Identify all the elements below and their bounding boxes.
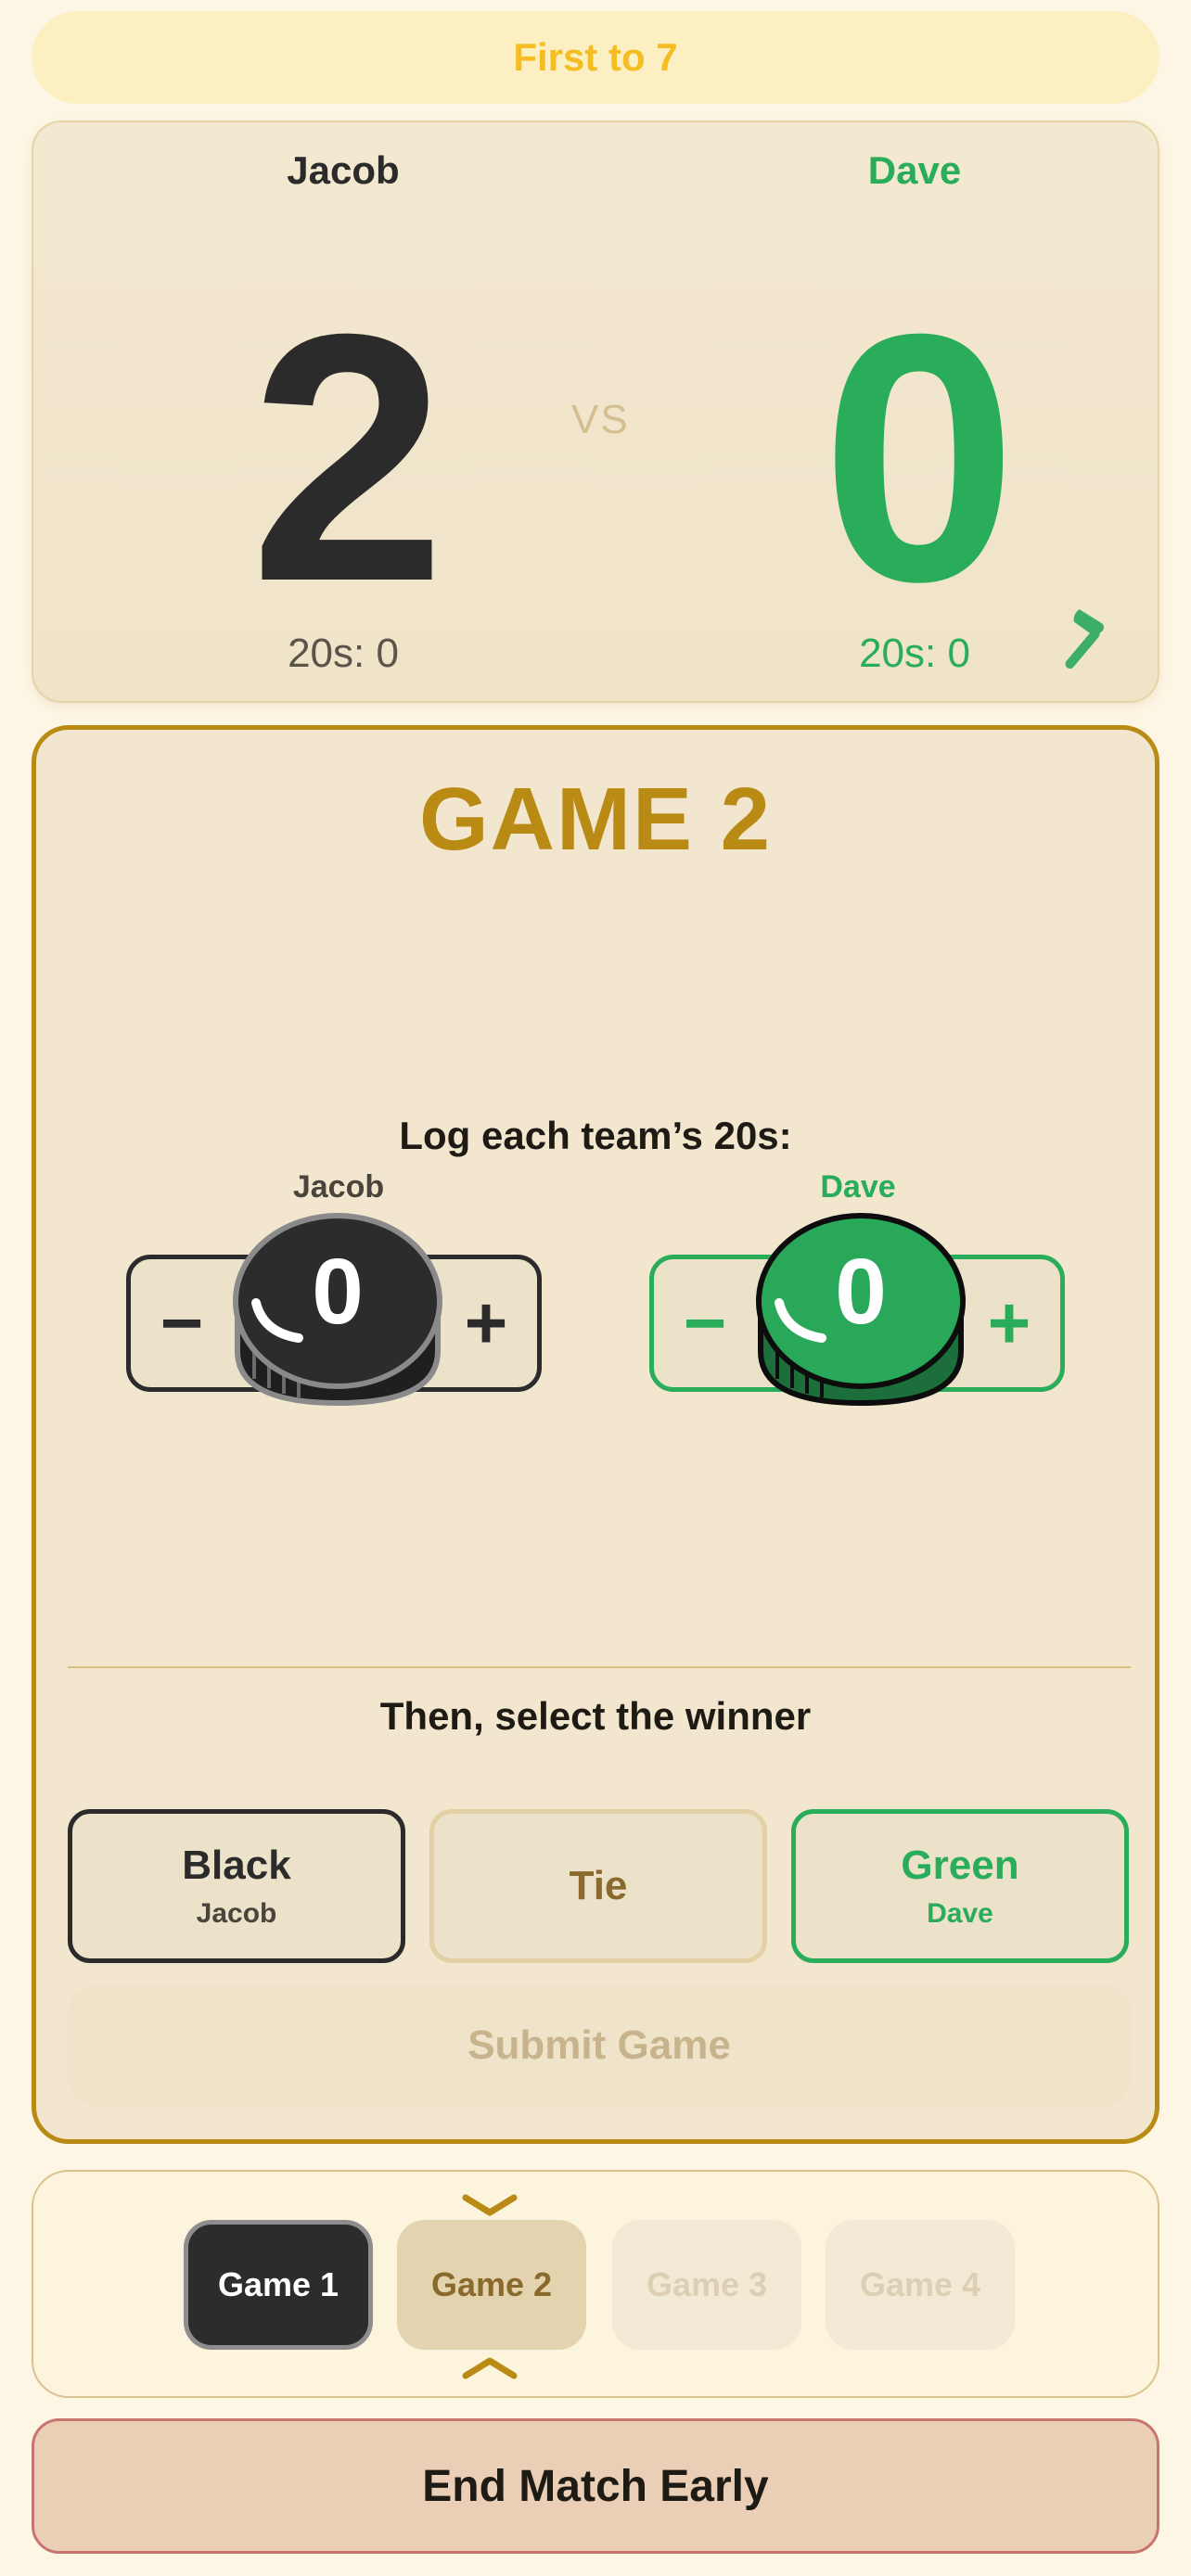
left-team-twenties: 20s: 0 <box>288 631 399 676</box>
submit-game-button[interactable]: Submit Game <box>68 1985 1131 2106</box>
winner-black-button[interactable]: Black Jacob <box>68 1809 405 1963</box>
chevron-up-icon[interactable] <box>462 2353 518 2381</box>
right-puck-counter: 0 <box>749 1212 972 1435</box>
winner-green-button[interactable]: Green Dave <box>791 1809 1129 1963</box>
winner-black-player: Jacob <box>196 1898 277 1929</box>
game-navigator: Game 1 Game 2 Game 3 Game 4 <box>32 2170 1159 2398</box>
select-winner-label: Then, select the winner <box>379 1694 812 1738</box>
section-divider <box>68 1666 1131 1668</box>
tab-game-3[interactable]: Game 3 <box>612 2220 801 2350</box>
right-team-score: 0 <box>821 261 1017 655</box>
tab-game-2[interactable]: Game 2 <box>397 2220 586 2350</box>
end-match-early-button[interactable]: End Match Early <box>32 2418 1159 2554</box>
log-twenties-label: Log each team’s 20s: <box>399 1114 792 1157</box>
game-card: GAME 2 Log each team’s 20s: Jacob − + 0 … <box>32 725 1159 2144</box>
scoreboard: Jacob Dave 2 VS 0 20s: 0 20s: 0 <box>32 121 1159 703</box>
winner-green-label: Green <box>901 1843 1019 1888</box>
match-goal-banner: First to 7 <box>32 11 1159 104</box>
vs-label: VS <box>571 397 630 442</box>
hammer-icon[interactable] <box>1044 605 1119 679</box>
winner-green-player: Dave <box>927 1898 993 1929</box>
winner-tie-button[interactable]: Tie <box>429 1809 767 1963</box>
right-twenties-value: 0 <box>835 1240 887 1344</box>
tab-game-4[interactable]: Game 4 <box>826 2220 1015 2350</box>
left-puck-counter: 0 <box>226 1212 449 1435</box>
right-minus-button[interactable]: − <box>654 1259 756 1387</box>
chevron-down-icon[interactable] <box>462 2192 518 2220</box>
left-team-score: 2 <box>250 261 445 655</box>
right-plus-button[interactable]: + <box>958 1259 1060 1387</box>
winner-black-label: Black <box>182 1843 291 1888</box>
left-stepper-name: Jacob <box>292 1169 385 1205</box>
left-twenties-value: 0 <box>312 1240 364 1344</box>
game-title: GAME 2 <box>418 770 773 869</box>
right-team-name: Dave <box>867 148 962 192</box>
tab-game-1[interactable]: Game 1 <box>184 2220 373 2350</box>
left-minus-button[interactable]: − <box>131 1259 233 1387</box>
right-stepper-name: Dave <box>820 1169 896 1205</box>
left-plus-button[interactable]: + <box>435 1259 537 1387</box>
winner-tie-label: Tie <box>569 1863 628 1908</box>
left-team-name: Jacob <box>287 148 400 192</box>
